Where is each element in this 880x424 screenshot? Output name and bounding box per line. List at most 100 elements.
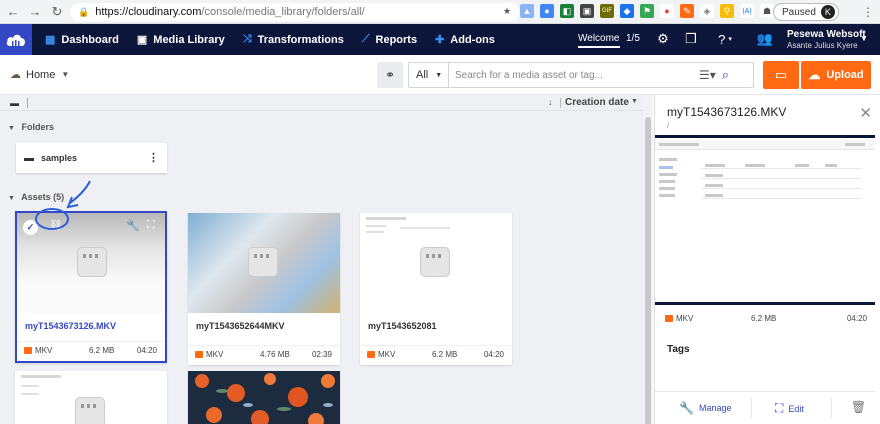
assets-section-header[interactable]: ▼ Assets (5) — [8, 192, 64, 202]
divider — [831, 398, 832, 418]
scrollbar-thumb[interactable] — [645, 117, 651, 424]
crop-icon: ⛶ — [775, 401, 784, 415]
edit-button[interactable]: ⛶ Edit — [775, 401, 804, 416]
wrench-icon[interactable]: 🔧 — [126, 219, 140, 232]
bookmark-star-icon[interactable]: ★ — [500, 4, 514, 18]
collapse-icon: ▼ — [8, 125, 15, 132]
nav-transformations[interactable]: ⤨ Transformations — [234, 24, 353, 55]
nav-dashboard-label: Dashboard — [61, 33, 119, 46]
gif-extension-icon[interactable]: GIF — [600, 4, 614, 18]
asset-card[interactable] — [15, 371, 167, 424]
url-path: /console/media_library/folders/all/ — [201, 6, 365, 18]
binoculars-icon: ⚭ — [384, 68, 396, 82]
advanced-search-icon[interactable]: ☰▾ — [699, 68, 716, 82]
search-icon[interactable]: ⌕ — [722, 67, 729, 83]
extension-shield-icon[interactable]: ◈ — [700, 4, 714, 18]
asset-duration: 04:20 — [483, 350, 504, 359]
asset-duration: 04:20 — [136, 346, 157, 355]
asset-name: myT1543673126.MKV — [25, 321, 117, 331]
extension-dark-icon[interactable]: ▣ — [580, 4, 594, 18]
nav-reports[interactable]: ⟋ Reports — [353, 24, 426, 55]
extension-yellow-icon[interactable]: ⚲ — [720, 4, 734, 18]
reports-icon: ⟋ — [361, 33, 370, 45]
folder-view-icon[interactable]: ▬ — [10, 98, 19, 108]
profile-button[interactable]: Paused K — [773, 3, 839, 21]
browser-menu-icon[interactable]: ⋮ — [862, 5, 874, 19]
nav-addons[interactable]: ✚ Add-ons — [426, 24, 504, 55]
media-grid-area: ▬ ↓ Creation date ▼ ▼ Folders ▬ samples … — [0, 95, 643, 424]
extension-diamond-icon[interactable]: ◆ — [620, 4, 634, 18]
cloudinary-logo[interactable] — [0, 24, 32, 55]
wrench-icon: 🔧 — [679, 401, 694, 415]
asset-card[interactable]: myT1543652081 MKV 6.2 MB 04:20 — [360, 213, 512, 365]
link-icon[interactable]: ⛓ — [49, 219, 63, 232]
home-folder-selector[interactable]: ☁ Home ▼ — [10, 68, 69, 82]
extension-red-icon[interactable]: ● — [660, 4, 674, 18]
asset-type-select[interactable]: All ▼ — [409, 63, 449, 87]
divider — [751, 398, 752, 418]
sort-by-label[interactable]: Creation date — [565, 97, 629, 108]
asset-preview[interactable] — [655, 135, 875, 305]
asset-card[interactable]: ✓ ⛓ 🔧 ⛶ myT1543673126.MKV MKV 6.2 MB 04:… — [15, 211, 167, 363]
extension-blue-icon[interactable]: ● — [540, 4, 554, 18]
tags-heading: Tags — [667, 344, 690, 355]
trash-icon[interactable]: 🗑 — [851, 400, 866, 414]
extension-green-icon[interactable]: ◧ — [560, 4, 574, 18]
gear-icon[interactable]: ⚙ — [655, 31, 671, 47]
video-placeholder-icon — [420, 247, 450, 277]
select-checkbox[interactable]: ✓ — [23, 220, 38, 235]
forward-icon[interactable]: → — [26, 3, 44, 21]
welcome-link[interactable]: Welcome — [578, 24, 620, 55]
assets-title: Assets (5) — [21, 192, 65, 202]
upload-button[interactable]: ☁ Upload — [801, 61, 871, 89]
edit-label: Edit — [788, 403, 804, 414]
nav-media-library-label: Media Library — [153, 33, 225, 46]
help-icon[interactable]: ? ▾ — [713, 31, 737, 47]
nav-media-library[interactable]: ▣ Media Library — [128, 24, 234, 55]
extension-orange-icon[interactable]: ✎ — [680, 4, 694, 18]
drive-icon[interactable]: ▲ — [520, 4, 534, 18]
extension-a-icon[interactable]: (A) — [740, 4, 754, 18]
nav-transformations-label: Transformations — [257, 33, 344, 46]
asset-format: MKV — [35, 346, 53, 355]
asset-format: MKV — [378, 350, 396, 359]
filter-toggle-button[interactable]: ⚭ — [377, 62, 403, 88]
media-editor-button[interactable]: ▭ — [763, 61, 799, 89]
close-icon[interactable]: ✕ — [859, 104, 872, 122]
panel-actions: 🔧 Manage ⛶ Edit 🗑 — [655, 391, 875, 424]
user-menu[interactable]: Pesewa Websoft Asante Julius Kyere — [787, 29, 866, 51]
asset-card[interactable] — [188, 371, 340, 424]
cloud-icon: ☁ — [10, 69, 21, 81]
panel-duration: 04:20 — [846, 314, 867, 323]
back-icon[interactable]: ← — [4, 3, 22, 21]
asset-meta: MKV 6.2 MB 04:20 — [17, 341, 165, 361]
divider — [27, 98, 28, 108]
chevron-down-icon[interactable]: ▼ — [631, 98, 638, 105]
grid-scrollbar[interactable] — [643, 95, 653, 424]
extension-puzzle-icon[interactable]: ☗ — [760, 4, 774, 18]
extension-flag-icon[interactable]: ⚑ — [640, 4, 654, 18]
folder-options-icon[interactable]: ⋮ — [148, 151, 159, 164]
panel-title: myT1543673126.MKV — [667, 105, 787, 119]
media-toolbar: ☁ Home ▼ ⚭ All ▼ ☰▾ ⌕ ▭ ☁ Upload — [0, 55, 880, 95]
user-menu-caret-icon[interactable]: ▼ — [860, 34, 868, 43]
nav-dashboard[interactable]: ▦ Dashboard — [36, 24, 128, 55]
asset-card[interactable]: myT1543652644MKV MKV 4.76 MB 02:39 — [188, 213, 340, 365]
sort-direction-icon[interactable]: ↓ — [548, 97, 553, 107]
reload-icon[interactable]: ↻ — [48, 3, 66, 21]
asset-meta: MKV 4.76 MB 02:39 — [188, 345, 340, 365]
folders-section-header[interactable]: ▼ Folders — [8, 122, 54, 132]
panel-format: MKV — [676, 314, 694, 323]
asset-details-panel: myT1543673126.MKV / ✕ MKV 6.2 MB 04:20 T… — [654, 95, 880, 424]
notifications-icon[interactable]: ❒ — [683, 31, 699, 47]
address-bar[interactable]: 🔒 https://cloudinary.com /console/media_… — [70, 3, 520, 21]
search-input[interactable] — [449, 64, 697, 86]
home-label: Home — [26, 68, 56, 81]
video-placeholder-icon — [75, 397, 105, 424]
manage-button[interactable]: 🔧 Manage — [679, 401, 731, 415]
fullscreen-icon[interactable]: ⛶ — [147, 219, 155, 232]
users-icon[interactable]: 👥 — [757, 31, 773, 47]
asset-name: myT1543652644MKV — [196, 321, 285, 331]
divider — [560, 98, 561, 108]
folder-card[interactable]: ▬ samples ⋮ — [16, 143, 167, 173]
